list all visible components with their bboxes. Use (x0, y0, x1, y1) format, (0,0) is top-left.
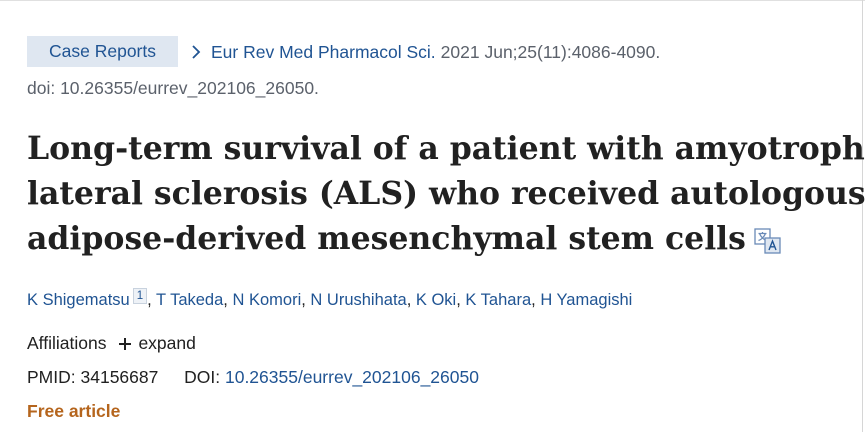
citation-details: 2021 Jun;25(11):4086-4090. (440, 41, 661, 62)
author-link[interactable]: H Yamagishi (540, 291, 632, 309)
title-line-1: Long-term survival of a patient with amy… (27, 130, 865, 167)
pmid-label: PMID: (27, 367, 76, 387)
affiliations-row: Affiliations expand (27, 333, 196, 354)
author-link[interactable]: K Tahara (465, 291, 531, 309)
identifiers: PMID: 34156687 DOI: 10.26355/eurrev_2021… (27, 367, 479, 388)
citation-doi: doi: 10.26355/eurrev_202106_26050. (27, 78, 319, 98)
affiliations-label: Affiliations (27, 333, 107, 353)
doi-link[interactable]: 10.26355/eurrev_202106_26050 (225, 367, 479, 387)
translate-icon[interactable] (754, 227, 782, 254)
expand-label: expand (138, 333, 196, 353)
title-line-3: adipose-derived mesenchymal stem cells (27, 220, 746, 257)
article-page: Case Reports Eur Rev Med Pharmacol Sci. … (0, 0, 865, 432)
publication-type-badge[interactable]: Case Reports (27, 36, 178, 67)
article-title: Long-term survival of a patient with amy… (27, 126, 865, 261)
doi-label: DOI: (184, 367, 221, 387)
author-link[interactable]: N Urushihata (310, 291, 406, 309)
author-link[interactable]: N Komori (232, 291, 301, 309)
affiliation-ref-badge[interactable]: 1 (132, 288, 148, 304)
plus-icon (119, 337, 132, 350)
author-list: K Shigematsu 1, T Takeda, N Komori, N Uru… (27, 288, 633, 309)
citation: Eur Rev Med Pharmacol Sci. 2021 Jun;25(1… (190, 40, 660, 64)
top-divider (0, 0, 865, 1)
author-link[interactable]: K Oki (416, 291, 456, 309)
author-link[interactable]: K Shigematsu (27, 291, 130, 309)
chevron-right-icon (192, 45, 201, 59)
title-line-2: lateral sclerosis (ALS) who received aut… (27, 175, 865, 212)
affiliations-expand-button[interactable]: expand (118, 333, 196, 354)
free-article-label: Free article (27, 401, 121, 421)
pmid-value: 34156687 (80, 367, 159, 387)
author-link[interactable]: T Takeda (156, 291, 223, 309)
journal-link[interactable]: Eur Rev Med Pharmacol Sci. (211, 42, 436, 63)
